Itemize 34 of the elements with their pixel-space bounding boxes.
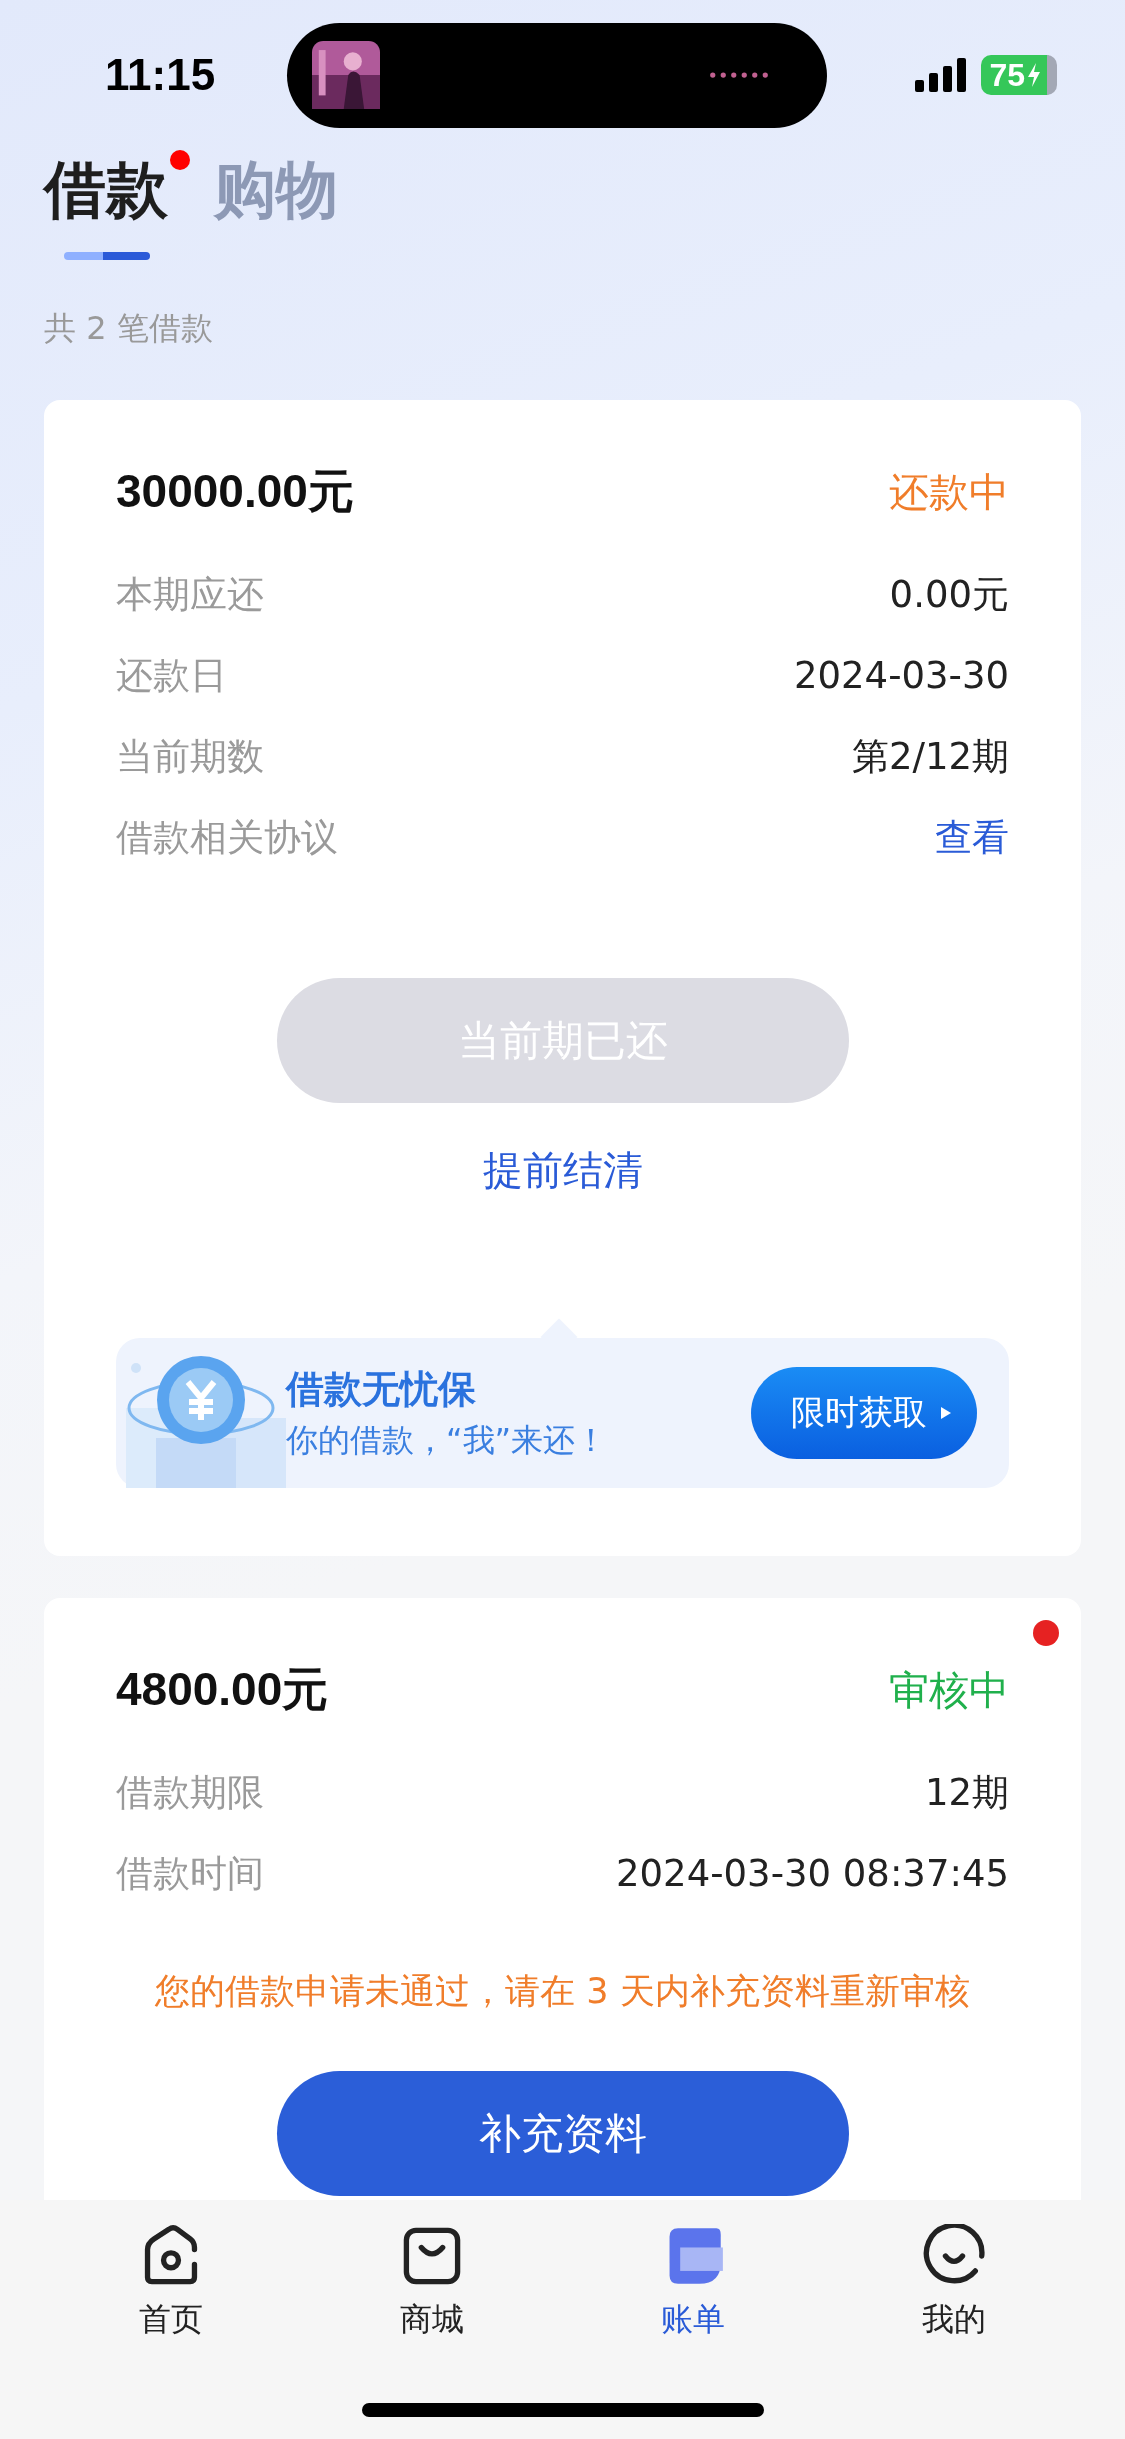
row-label: 还款日 — [116, 652, 227, 699]
row-label: 借款相关协议 — [116, 814, 338, 861]
loan-amount: 4800.00元 — [116, 1662, 329, 1717]
nav-tab[interactable]: 首页 — [110, 2200, 231, 2439]
waveform-icon — [709, 71, 769, 79]
row-value: 0.00元 — [889, 571, 1009, 618]
loan-status: 还款中 — [889, 467, 1009, 517]
row-value: 2024-03-30 — [793, 654, 1009, 697]
nav-tab[interactable]: 我的 — [894, 2200, 1015, 2439]
submit-button[interactable]: 补充资料 — [276, 2071, 849, 2196]
row-label: 本期应还 — [116, 571, 264, 618]
promo-title: 借款无忧保 — [286, 1365, 477, 1413]
row-label: 当前期数 — [116, 733, 264, 780]
loan-count: 共 2 笔借款 — [43, 308, 214, 349]
clock-time: 11:15 — [105, 50, 217, 100]
bolt-icon — [1027, 63, 1041, 87]
nav-tab[interactable]: 商城 — [371, 2200, 492, 2439]
notice-text: 您的借款申请未通过，请在 3 天内补充资料重新审核 — [154, 1970, 971, 2013]
loan-amount: 30000.00元 — [116, 464, 354, 519]
play-icon — [941, 1407, 951, 1419]
row-label: 借款时间 — [116, 1850, 264, 1897]
nav-tab[interactable]: 账单 — [633, 2200, 754, 2439]
row-label: 借款期限 — [116, 1769, 264, 1816]
row-value: 第2/12期 — [851, 733, 1009, 780]
promo-subtitle: 你的借款，“我”来还！ — [286, 1419, 609, 1461]
tab[interactable]: 借款 — [44, 150, 168, 260]
battery-indicator: 75 — [981, 55, 1057, 95]
signal-icon — [915, 58, 968, 92]
loan-status: 审核中 — [889, 1665, 1009, 1715]
view-link[interactable]: 查看 — [935, 812, 1009, 863]
row-value: 12期 — [924, 1769, 1009, 1816]
settle-link[interactable]: 提前结清 — [462, 1143, 663, 1198]
row-value: 2024-03-30 08:37:45 — [616, 1852, 1009, 1895]
get-offer-button[interactable]: 限时获取 — [751, 1367, 977, 1459]
